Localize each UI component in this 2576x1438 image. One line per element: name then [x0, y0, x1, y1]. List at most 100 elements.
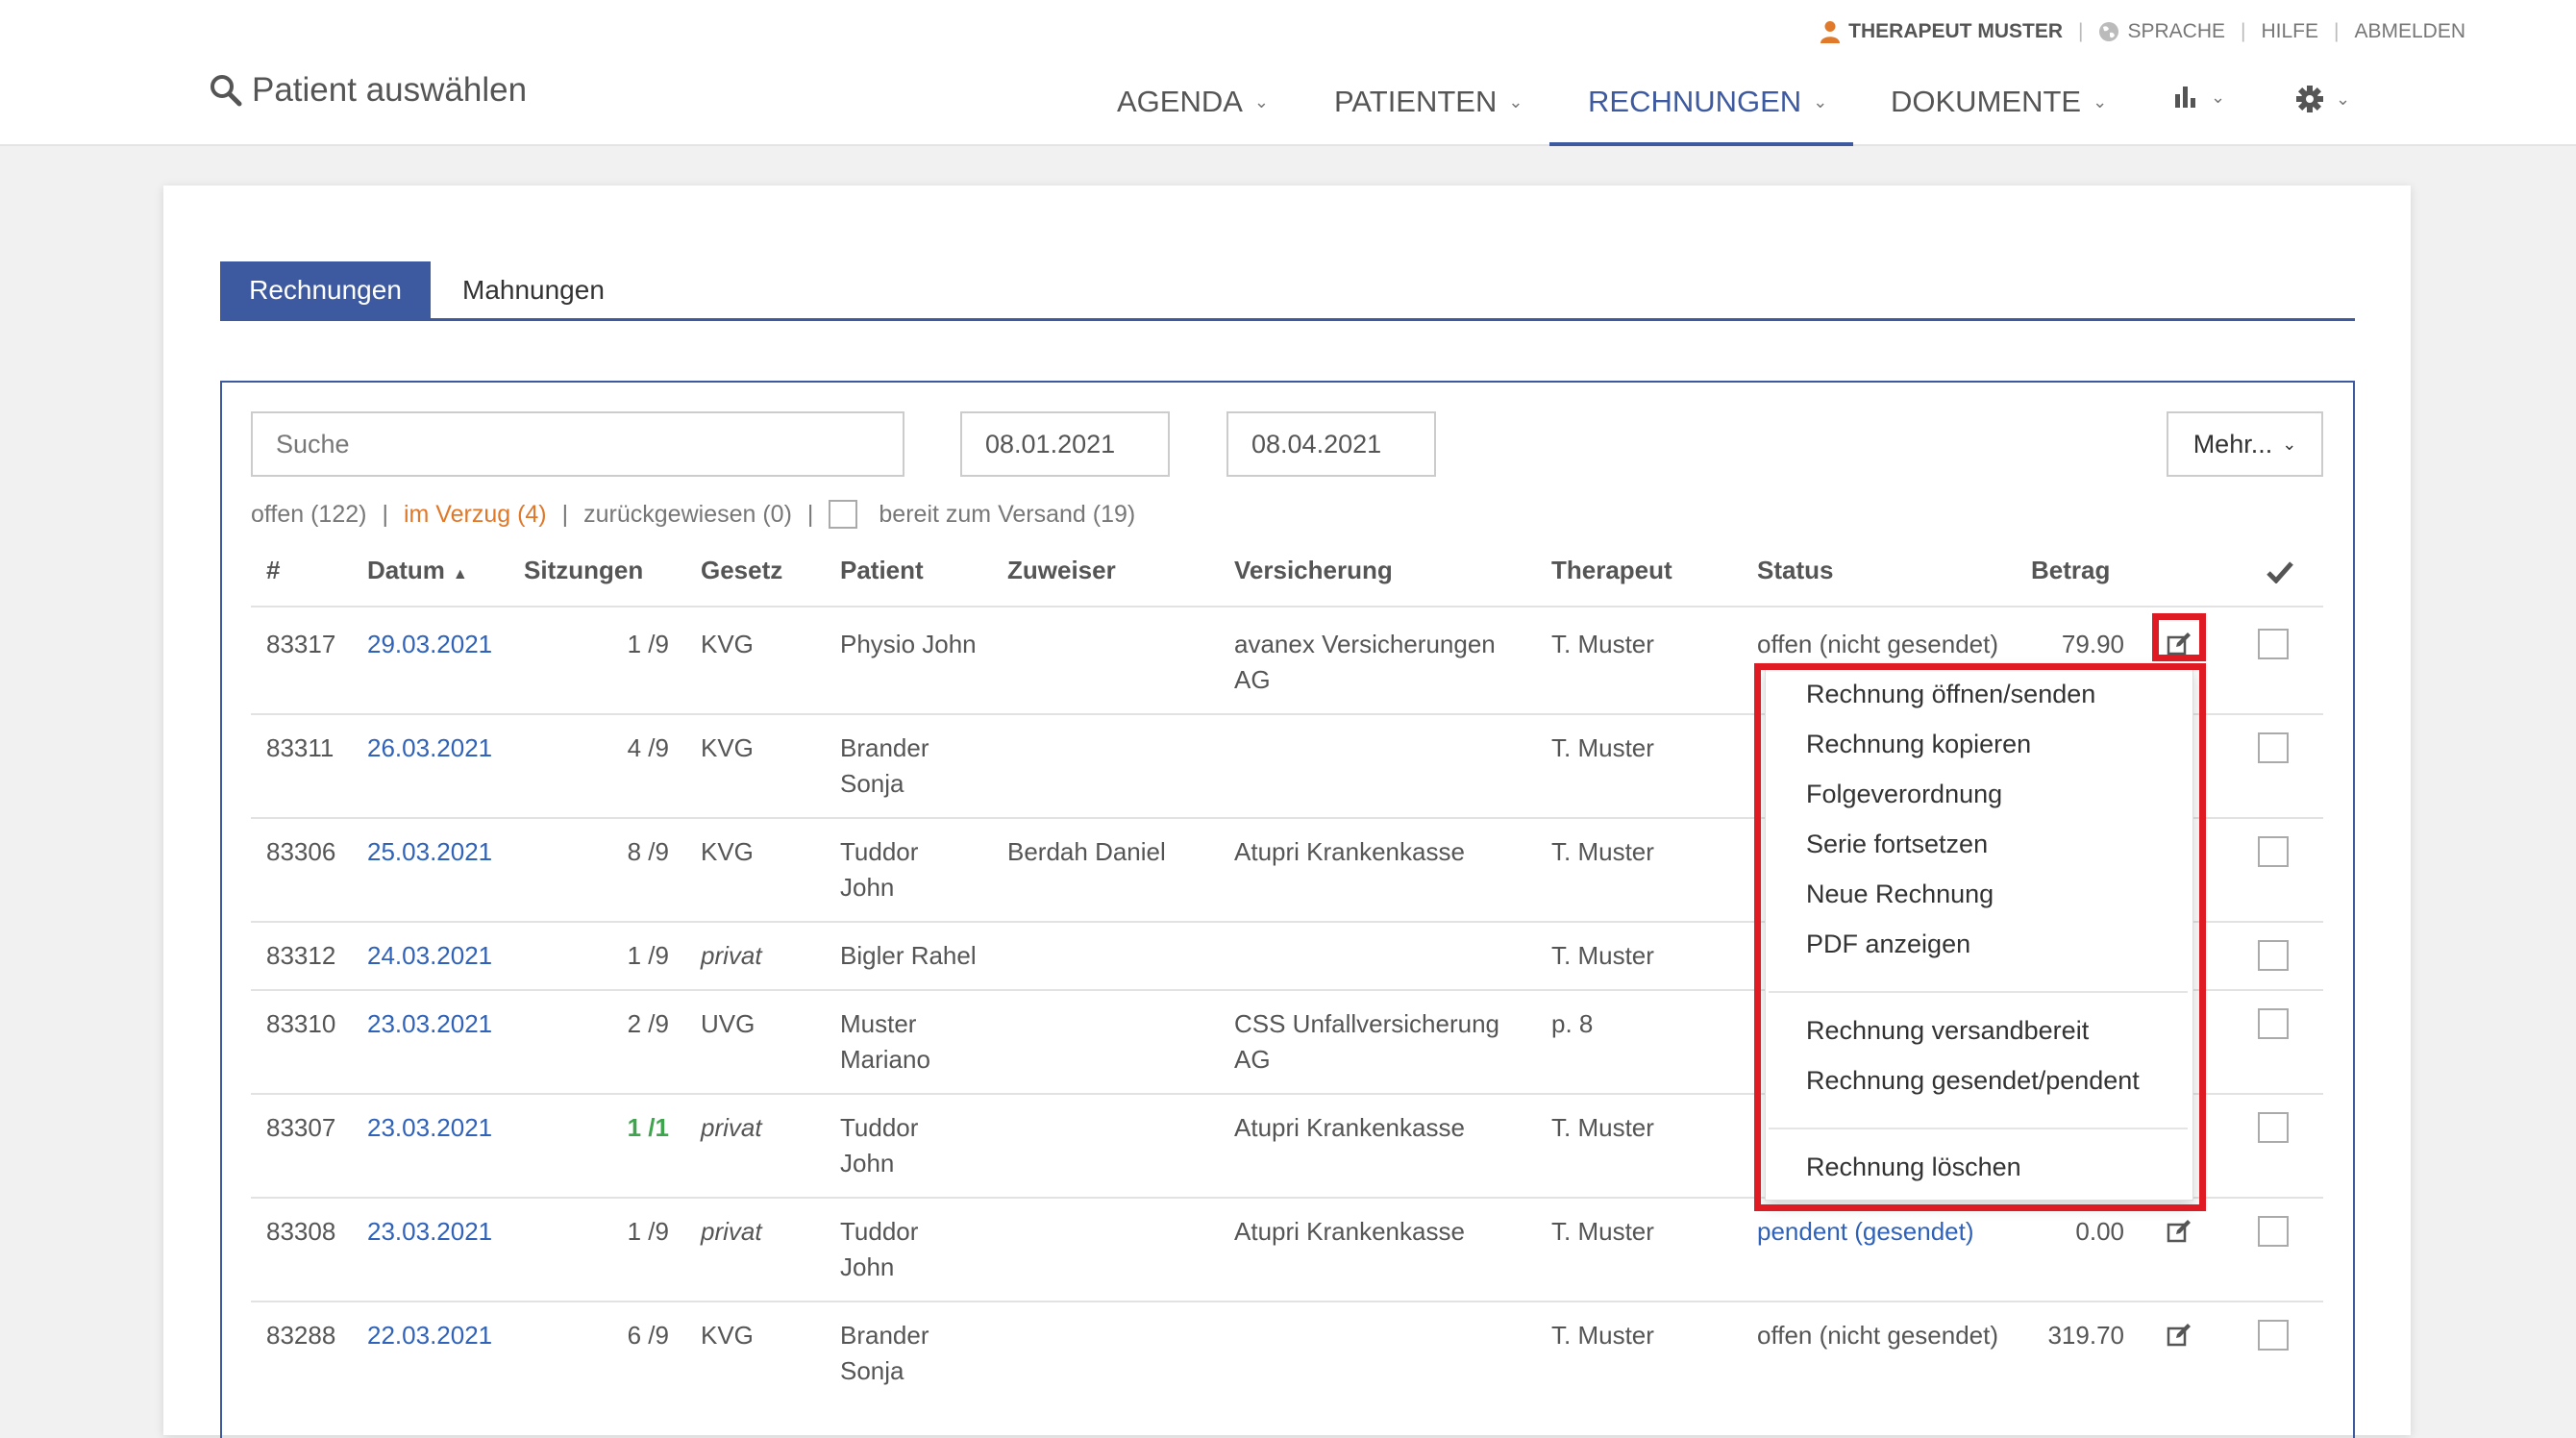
cell-therapist: T. Muster [1551, 1321, 1654, 1350]
filter-open[interactable]: offen (122) [251, 501, 366, 529]
cell-date[interactable]: 25.03.2021 [367, 834, 492, 870]
cell-sessions: 2 /9 [627, 1009, 669, 1038]
cell-status: offen (nicht gesendet) [1757, 1321, 1999, 1350]
col-header-sessions: Sitzungen [524, 556, 644, 584]
chevron-down-icon: ⌄ [2211, 87, 2226, 107]
cell-date[interactable]: 26.03.2021 [367, 731, 492, 766]
cell-id: 83307 [266, 1113, 336, 1142]
divider: | [2334, 20, 2340, 42]
date-to-field[interactable]: 08.04.2021 [1226, 411, 1436, 477]
cell-patient[interactable]: Physio John [840, 627, 977, 662]
top-links: THERAPEUT MUSTER | SPRACHE | HILFE | ABM… [1820, 17, 2465, 46]
cell-line: AG [1234, 1045, 1271, 1074]
language-link[interactable]: SPRACHE [2098, 20, 2225, 43]
divider: | [2241, 20, 2246, 42]
cell-therapist: T. Muster [1551, 837, 1654, 866]
row-checkbox[interactable] [2258, 629, 2289, 659]
user-link[interactable]: THERAPEUT MUSTER [1820, 20, 2063, 43]
row-checkbox[interactable] [2258, 940, 2289, 971]
help-link[interactable]: HILFE [2261, 20, 2318, 43]
cell-date[interactable]: 23.03.2021 [367, 1006, 492, 1042]
row-checkbox[interactable] [2258, 836, 2289, 867]
cell-patient[interactable]: Muster Mariano [840, 1006, 930, 1078]
sort-asc-icon: ▲ [452, 566, 468, 583]
search-input[interactable]: Suche [251, 411, 904, 477]
user-name: THERAPEUT MUSTER [1848, 20, 2064, 42]
tab-rechnungen[interactable]: Rechnungen [220, 261, 431, 319]
filter-ready[interactable]: bereit zum Versand (19) [879, 501, 1135, 529]
cell-law: privat [701, 941, 762, 970]
nav-patienten[interactable]: PATIENTEN ⌄ [1334, 85, 1523, 119]
highlight-box-menu [1754, 663, 2206, 1211]
cell-id: 83306 [266, 837, 336, 866]
logout-link[interactable]: ABMELDEN [2354, 20, 2465, 43]
row-checkbox[interactable] [2258, 1320, 2289, 1351]
cell-line: John [840, 873, 895, 902]
nav-statistics[interactable]: ⌄ [2172, 85, 2225, 110]
cell-line: John [840, 1149, 895, 1178]
ready-checkbox[interactable] [829, 500, 858, 529]
cell-line: Physio John [840, 630, 977, 658]
cell-amount: 319.70 [2047, 1321, 2124, 1350]
cell-patient[interactable]: Tuddor John [840, 1110, 918, 1181]
cell-therapist: T. Muster [1551, 1217, 1654, 1246]
edit-icon[interactable] [2166, 1218, 2192, 1245]
checkmark-icon[interactable] [2266, 560, 2293, 583]
chevron-down-icon: ⌄ [2282, 434, 2297, 454]
filter-rejected[interactable]: zurückgewiesen (0) [583, 501, 792, 529]
cell-line: Brander [840, 1321, 929, 1350]
cell-id: 83288 [266, 1321, 336, 1350]
patient-select[interactable]: Patient auswählen [210, 71, 527, 110]
cell-id: 83308 [266, 1217, 336, 1246]
cell-patient[interactable]: Tuddor John [840, 1214, 918, 1285]
more-button[interactable]: Mehr... ⌄ [2167, 411, 2323, 477]
nav-agenda[interactable]: AGENDA ⌄ [1117, 85, 1269, 119]
cell-therapist: T. Muster [1551, 1113, 1654, 1142]
col-header-patient: Patient [840, 556, 924, 584]
cell-line: Sonja [840, 769, 904, 798]
cell-patient[interactable]: Tuddor John [840, 834, 918, 905]
nav-settings[interactable]: ⌄ [2295, 85, 2350, 113]
active-nav-indicator [1549, 142, 1853, 146]
col-header-insurance: Versicherung [1234, 556, 1393, 584]
nav-label: PATIENTEN [1334, 85, 1498, 118]
tabs-underline [220, 318, 2355, 321]
cell-line: AG [1234, 665, 1271, 694]
cell-id: 83311 [266, 733, 334, 762]
cell-line: avanex Versicherungen [1234, 630, 1496, 658]
row-checkbox[interactable] [2258, 1216, 2289, 1247]
cell-date[interactable]: 29.03.2021 [367, 627, 492, 662]
row-checkbox[interactable] [2258, 1112, 2289, 1143]
gear-icon [2296, 86, 2323, 112]
edit-icon[interactable] [2166, 1322, 2192, 1349]
cell-date[interactable]: 23.03.2021 [367, 1110, 492, 1146]
cell-patient[interactable]: Brander Sonja [840, 731, 929, 802]
col-header-date[interactable]: Datum ▲ [367, 556, 468, 585]
row-checkbox[interactable] [2258, 1008, 2289, 1039]
filter-overdue[interactable]: im Verzug (4) [404, 501, 547, 529]
nav-rechnungen[interactable]: RECHNUNGEN ⌄ [1588, 85, 1827, 119]
more-button-label: Mehr... [2192, 429, 2273, 459]
cell-therapist: p. 8 [1551, 1009, 1594, 1038]
cell-law: privat [701, 1113, 762, 1142]
cell-amount: 79.90 [2061, 630, 2124, 658]
cell-patient[interactable]: Brander Sonja [840, 1318, 929, 1389]
cell-patient[interactable]: Bigler Rahel [840, 938, 977, 974]
col-header-law: Gesetz [701, 556, 783, 584]
chevron-down-icon: ⌄ [1813, 91, 1828, 112]
cell-therapist: T. Muster [1551, 630, 1654, 658]
cell-date[interactable]: 22.03.2021 [367, 1318, 492, 1353]
nav-dokumente[interactable]: DOKUMENTE ⌄ [1891, 85, 2107, 119]
divider: | [561, 500, 569, 528]
cell-date[interactable]: 24.03.2021 [367, 938, 492, 974]
cell-insurance: Atupri Krankenkasse [1234, 834, 1465, 870]
tab-mahnungen[interactable]: Mahnungen [462, 261, 605, 319]
date-from-field[interactable]: 08.01.2021 [960, 411, 1170, 477]
search-icon [211, 75, 242, 107]
row-checkbox[interactable] [2258, 732, 2289, 763]
cell-line: Atupri Krankenkasse [1234, 1113, 1465, 1142]
cell-line: CSS Unfallversicherung [1234, 1009, 1500, 1038]
cell-law: KVG [701, 837, 754, 866]
cell-date[interactable]: 23.03.2021 [367, 1214, 492, 1250]
cell-insurance: CSS Unfallversicherung AG [1234, 1006, 1499, 1078]
